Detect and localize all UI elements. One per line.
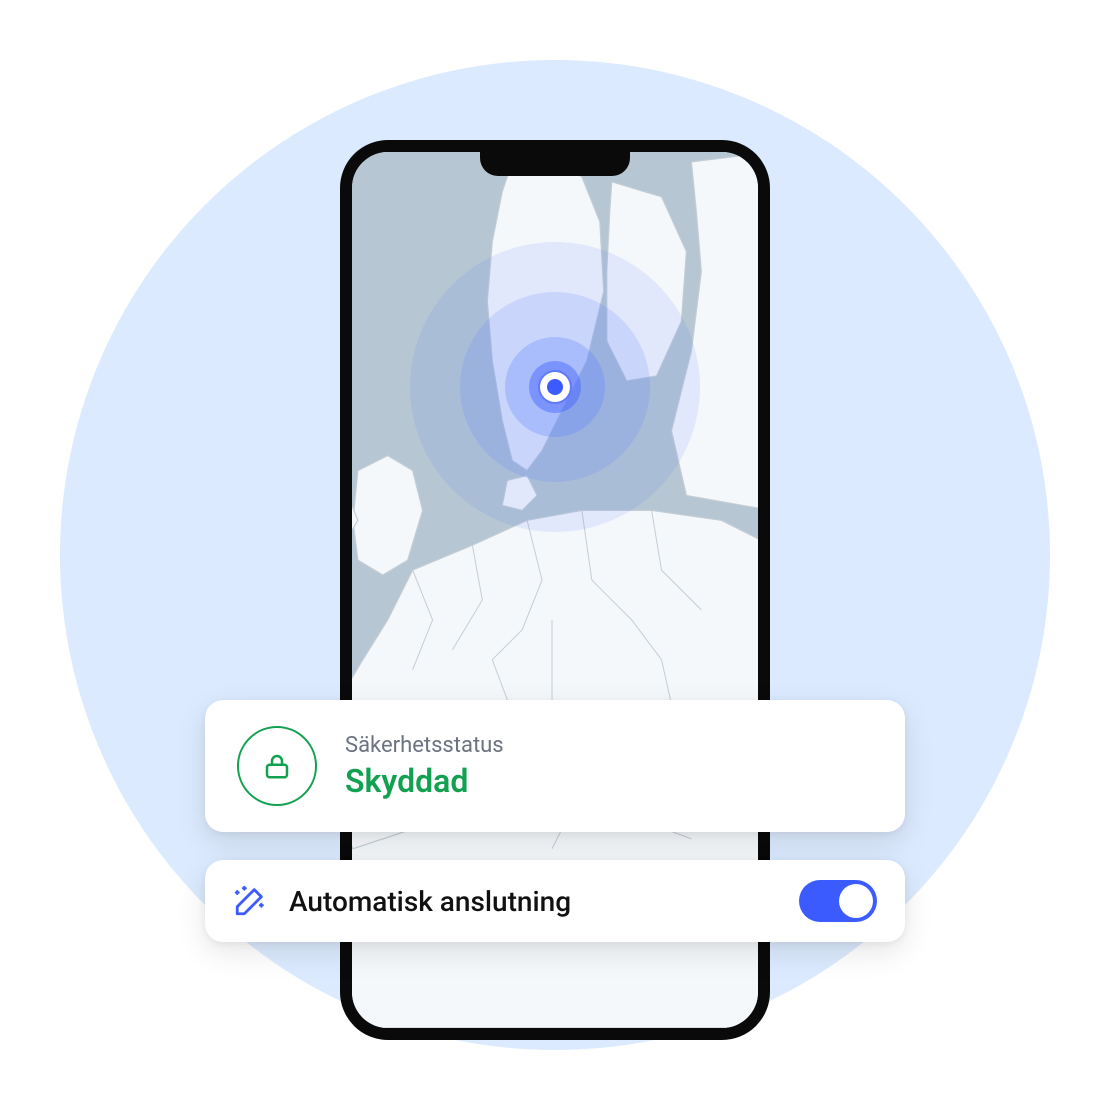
phone-notch [480,150,630,176]
lock-icon [237,726,317,806]
security-status-value: Skyddad [345,762,504,800]
overlay-cards: Säkerhetsstatus Skyddad Automatisk anslu… [205,700,905,970]
autoconnect-label: Automatisk anslutning [289,885,799,918]
security-status-card: Säkerhetsstatus Skyddad [205,700,905,832]
security-status-label: Säkerhetsstatus [345,733,504,758]
magic-wand-icon [233,884,267,918]
autoconnect-toggle[interactable] [799,880,877,922]
autoconnect-card: Automatisk anslutning [205,860,905,942]
toggle-knob [839,884,873,918]
security-status-text: Säkerhetsstatus Skyddad [345,733,504,800]
